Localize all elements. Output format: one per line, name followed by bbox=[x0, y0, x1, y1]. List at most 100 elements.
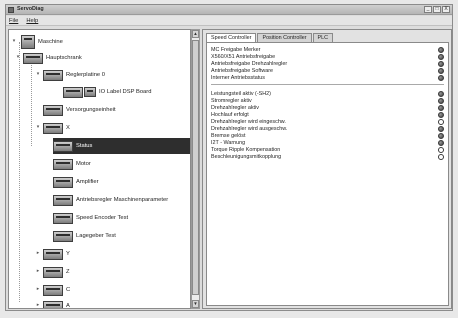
parameters-icon bbox=[53, 194, 73, 206]
tree-item-label: Hauptschrank bbox=[46, 55, 82, 61]
menu-help[interactable]: Help bbox=[26, 16, 38, 25]
expand-icon[interactable]: ▸ bbox=[35, 302, 41, 308]
detail-panel: Speed Controller Position Controller PLC… bbox=[202, 29, 452, 309]
signal-label: Beschleunigungsmitkopplung bbox=[211, 153, 282, 160]
board-icon bbox=[63, 86, 83, 98]
tree-item-reglerplatine[interactable]: ▾ Reglerplatine 0 bbox=[37, 67, 105, 83]
signal-row: I2T - Warnung bbox=[211, 139, 444, 146]
status-led-icon bbox=[438, 97, 444, 104]
tree-item-label: Antriebsregler Maschinenparameter bbox=[76, 197, 169, 203]
status-led-icon bbox=[438, 153, 444, 160]
motor-icon bbox=[53, 158, 73, 170]
power-supply-icon bbox=[43, 104, 63, 116]
signal-row: Stromregler aktiv bbox=[211, 97, 444, 104]
tree-item-position-encoder-test[interactable]: Lagegeber Test bbox=[53, 228, 116, 244]
status-icon bbox=[53, 140, 73, 152]
tree-item-io-label[interactable]: IO Label DSP Board bbox=[63, 84, 151, 100]
signal-label: Interner Antriebsstatus bbox=[211, 74, 265, 81]
signal-row: Bremse gelöst bbox=[211, 132, 444, 139]
tab-speed-controller[interactable]: Speed Controller bbox=[206, 33, 257, 42]
signal-row: Drehzahlregler wird eingeschw. bbox=[211, 118, 444, 125]
tab-plc[interactable]: PLC bbox=[312, 33, 334, 42]
status-led-icon bbox=[438, 111, 444, 118]
tree-scrollbar[interactable]: ▲ ▼ bbox=[191, 29, 200, 309]
tree-item-axis-y[interactable]: ▸ Y bbox=[37, 246, 70, 262]
signal-label: X560/X51 Antriebsfreigabe bbox=[211, 53, 276, 60]
board-icon bbox=[43, 69, 63, 81]
expand-icon[interactable]: ▸ bbox=[35, 250, 41, 257]
signal-label: Torque Ripple Kompensation bbox=[211, 146, 281, 153]
tree-item-maschine[interactable]: ▾ Maschine bbox=[11, 34, 63, 50]
close-button[interactable]: X bbox=[442, 6, 450, 13]
tree-item-speed-encoder-test[interactable]: Speed Encoder Test bbox=[53, 210, 128, 226]
divider bbox=[211, 84, 444, 85]
collapse-icon[interactable]: ▾ bbox=[35, 124, 41, 131]
tree-item-motor[interactable]: Motor bbox=[53, 156, 91, 172]
tree-item-axis-a[interactable]: ▸ A bbox=[37, 298, 70, 308]
tree-item-machine-parameters[interactable]: Antriebsregler Maschinenparameter bbox=[53, 192, 168, 208]
tree-item-label: X bbox=[66, 125, 70, 131]
tree-item-label: Y bbox=[66, 251, 70, 257]
signal-row: Interner Antriebsstatus bbox=[211, 74, 444, 81]
tree-item-hauptschrank[interactable]: ▾ Hauptschrank bbox=[17, 50, 82, 66]
signal-label: Bremse gelöst bbox=[211, 132, 246, 139]
axis-icon bbox=[43, 284, 63, 296]
menu-file[interactable]: File bbox=[9, 16, 18, 25]
signal-row: Antriebsfreigabe Software bbox=[211, 67, 444, 74]
tree-item-label: Status bbox=[76, 143, 93, 149]
tree-item-label: Speed Encoder Test bbox=[76, 215, 129, 221]
scroll-down-icon[interactable]: ▼ bbox=[192, 300, 199, 308]
signal-row: Hochlauf erfolgt bbox=[211, 111, 444, 118]
title-bar[interactable]: ServoDiag _ □ X bbox=[6, 5, 452, 15]
signal-row: Torque Ripple Kompensation bbox=[211, 146, 444, 153]
signal-row: Beschleunigungsmitkopplung bbox=[211, 153, 444, 160]
tree-item-label: IO Label DSP Board bbox=[99, 89, 152, 95]
scroll-up-icon[interactable]: ▲ bbox=[192, 30, 199, 38]
app-window: ServoDiag _ □ X File Help ▾ Maschine ▾ H… bbox=[5, 4, 453, 311]
signal-label: Leistungsteil aktiv (-SH2) bbox=[211, 90, 271, 97]
tree-item-axis-x[interactable]: ▾ X bbox=[37, 120, 70, 136]
status-led-icon bbox=[438, 125, 444, 132]
status-led-icon bbox=[438, 118, 444, 125]
collapse-icon[interactable]: ▾ bbox=[35, 71, 41, 78]
status-led-icon bbox=[438, 132, 444, 139]
maximize-button[interactable]: □ bbox=[433, 6, 441, 13]
status-led-icon bbox=[438, 67, 444, 74]
tree-item-label: Lagegeber Test bbox=[76, 233, 116, 239]
tree-item-label: Versorgungseinheit bbox=[66, 107, 116, 113]
tab-strip: Speed Controller Position Controller PLC bbox=[206, 33, 334, 42]
collapse-icon[interactable]: ▾ bbox=[15, 54, 21, 61]
axis-icon bbox=[43, 300, 63, 308]
axis-icon bbox=[43, 122, 63, 134]
status-led-icon bbox=[438, 74, 444, 81]
expand-icon[interactable]: ▸ bbox=[35, 268, 41, 275]
tree-item-axis-c[interactable]: ▸ C bbox=[37, 282, 70, 298]
tree-item-status[interactable]: Status bbox=[53, 138, 190, 154]
expand-icon[interactable]: ▸ bbox=[35, 286, 41, 293]
tree-item-versorgungseinheit[interactable]: Versorgungseinheit bbox=[43, 102, 116, 118]
status-led-icon bbox=[438, 139, 444, 146]
collapse-icon[interactable]: ▾ bbox=[11, 38, 17, 45]
status-led-icon bbox=[438, 53, 444, 60]
window-title: ServoDiag bbox=[17, 6, 44, 12]
signal-label: I2T - Warnung bbox=[211, 139, 246, 146]
status-led-icon bbox=[438, 104, 444, 111]
tab-position-controller[interactable]: Position Controller bbox=[257, 33, 312, 42]
tree-item-label: Motor bbox=[76, 161, 91, 167]
signal-label: Stromregler aktiv bbox=[211, 97, 252, 104]
tree-item-axis-z[interactable]: ▸ Z bbox=[37, 264, 70, 280]
scroll-thumb[interactable] bbox=[192, 40, 199, 295]
device-tree[interactable]: ▾ Maschine ▾ Hauptschrank ▾ Reglerplatin… bbox=[8, 29, 191, 309]
signal-row: MC Freigabe Merker bbox=[211, 46, 444, 53]
tree-item-label: Reglerplatine 0 bbox=[66, 72, 105, 78]
io-icon bbox=[84, 87, 96, 97]
encoder-icon bbox=[53, 212, 73, 224]
amplifier-icon bbox=[53, 176, 73, 188]
minimize-button[interactable]: _ bbox=[424, 6, 432, 13]
signal-label: Drehzahlregler wird ausgeschw. bbox=[211, 125, 288, 132]
signal-label: Hochlauf erfolgt bbox=[211, 111, 249, 118]
tree-item-amplifier[interactable]: Amplifier bbox=[53, 174, 99, 190]
status-led-icon bbox=[438, 60, 444, 67]
app-icon bbox=[8, 7, 14, 13]
signal-row: Drehzahlregler aktiv bbox=[211, 104, 444, 111]
